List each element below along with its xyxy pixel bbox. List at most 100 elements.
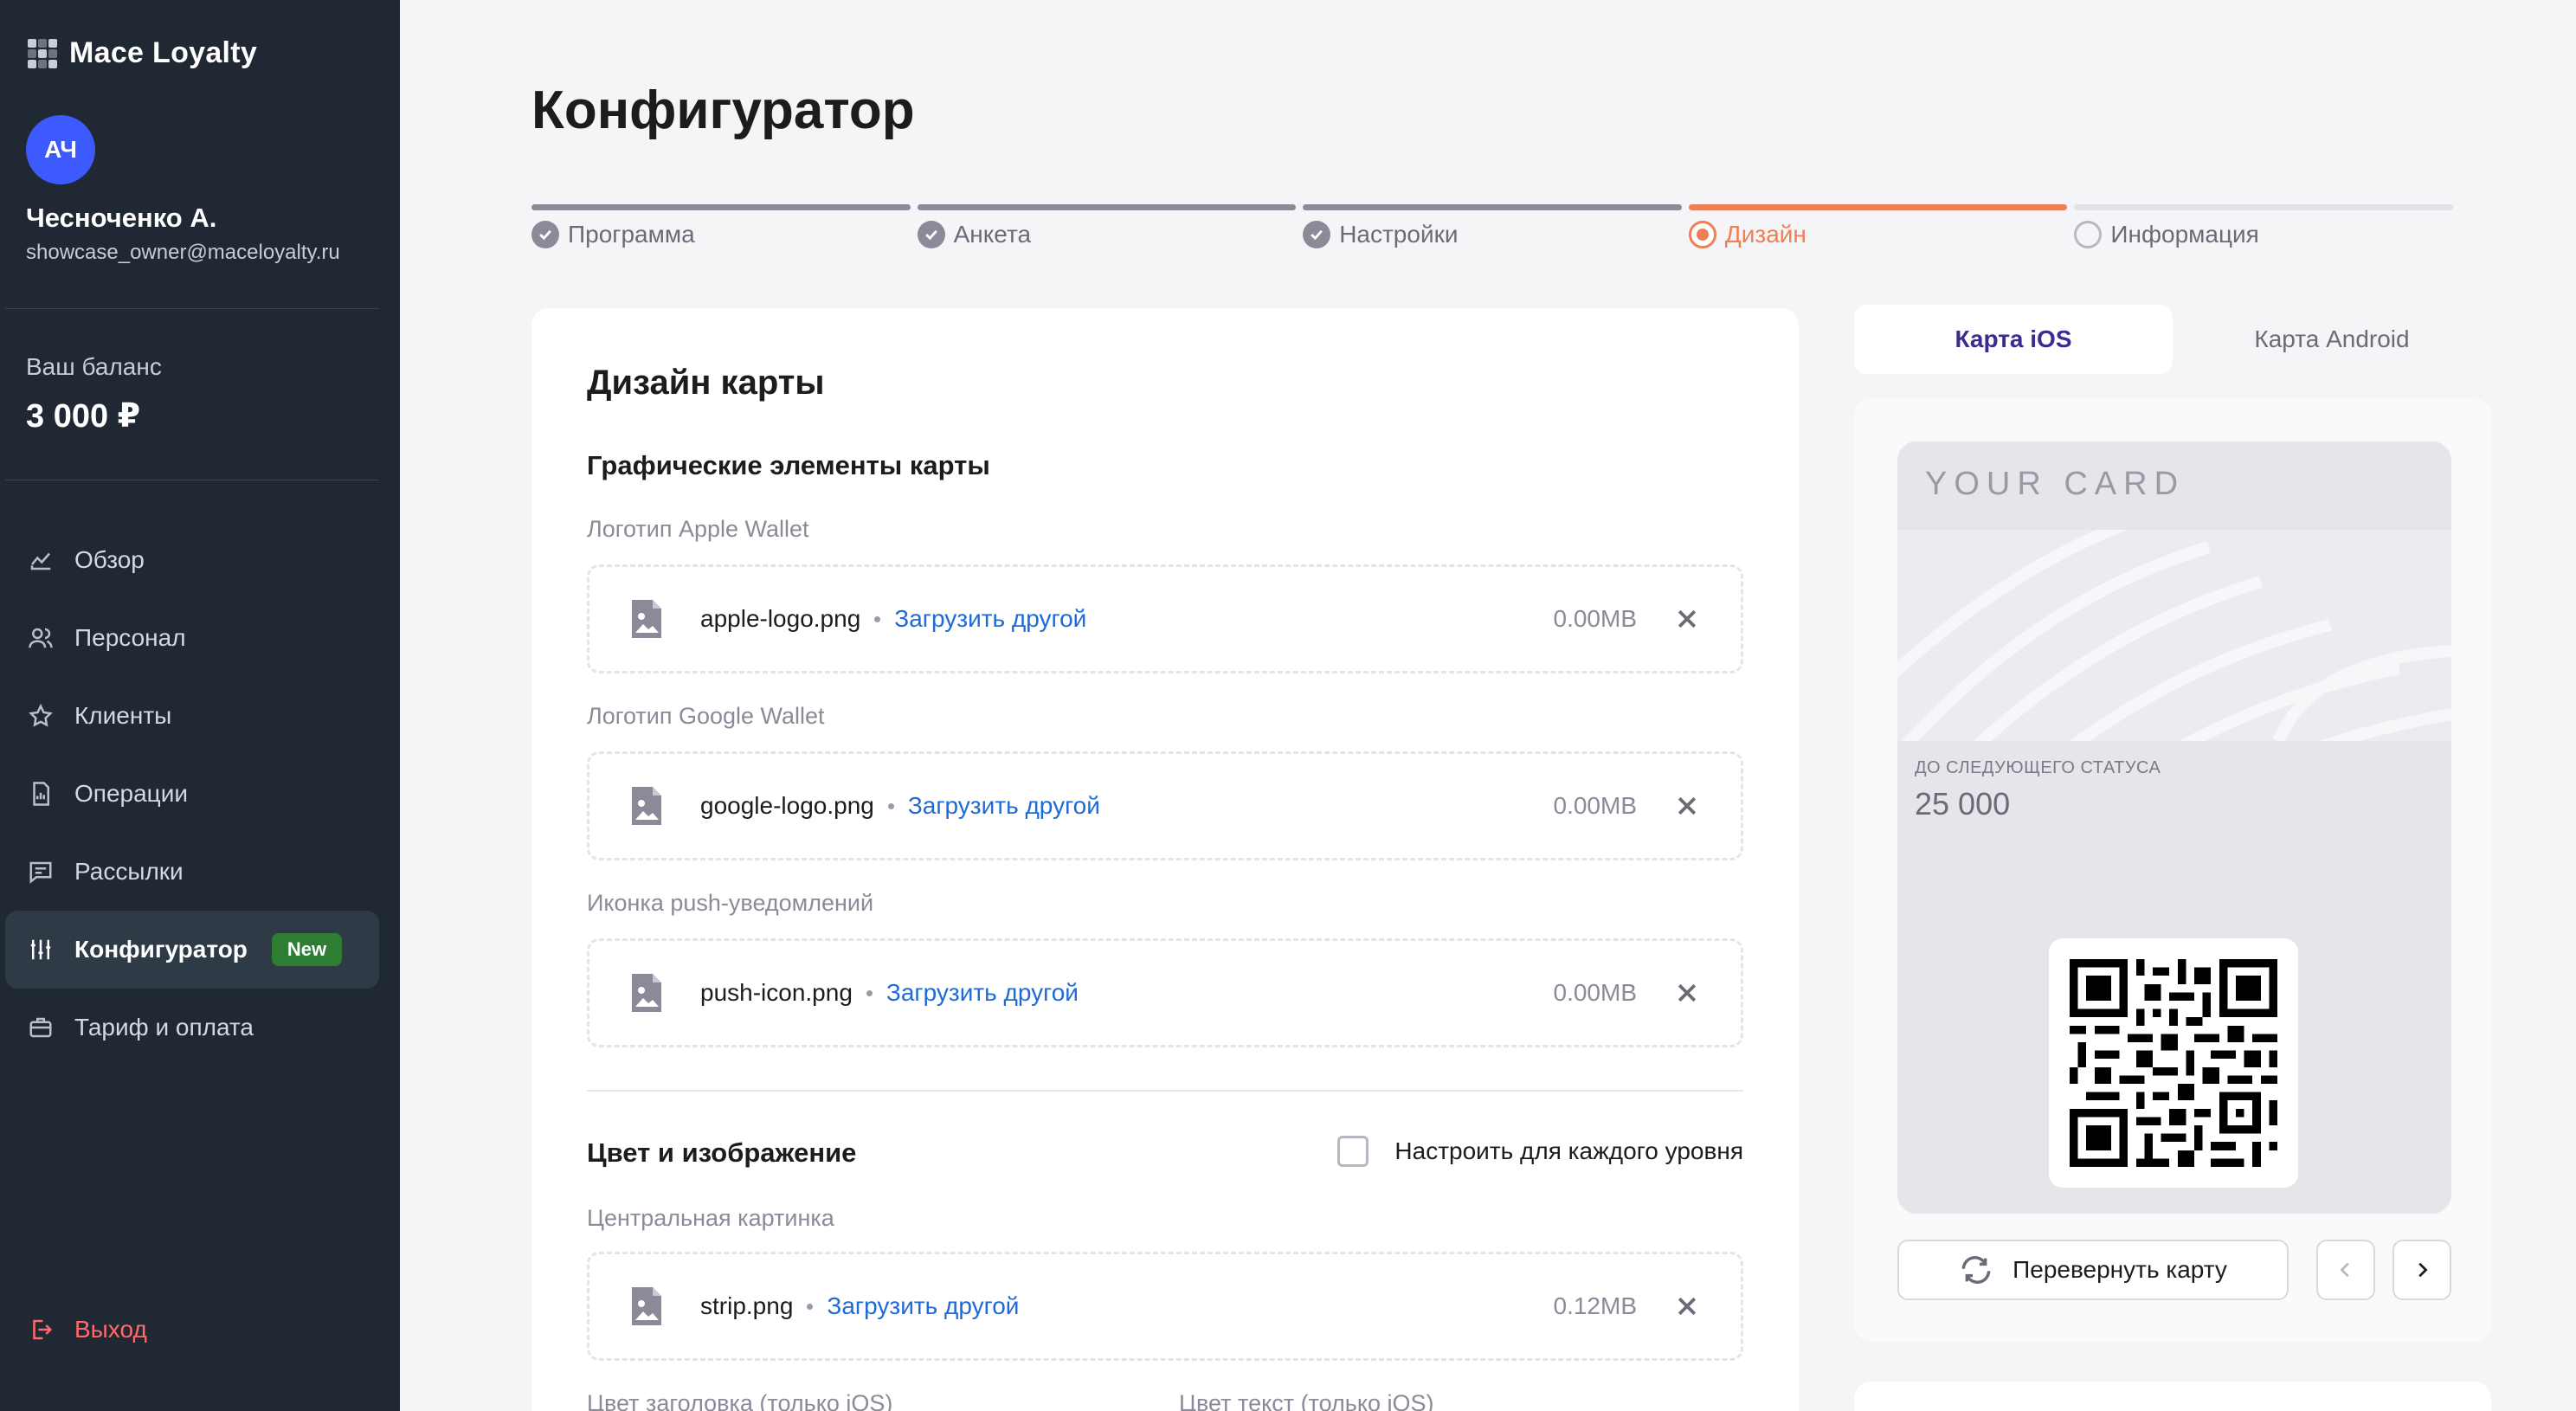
card-title: YOUR CARD [1925,466,2186,502]
sidebar-item-clients[interactable]: Клиенты [5,677,379,755]
brand-name: Mace Loyalty [69,36,258,69]
sidebar-item-label: Рассылки [74,858,184,885]
upload-apple-logo[interactable]: apple-logo.png Загрузить другой 0.00MB [587,564,1743,673]
sidebar-item-label: Персонал [74,624,186,651]
sidebar-item-staff[interactable]: Персонал [5,599,379,677]
per-level-toggle[interactable]: Настроить для каждого уровня [1337,1136,1743,1167]
field-label: Центральная картинка [587,1205,834,1231]
image-file-icon [632,974,661,1012]
logout-button[interactable]: Выход [28,1316,147,1343]
step-program[interactable]: Программа [531,204,911,248]
status-value: 25 000 [1915,786,2011,821]
logo-icon [28,38,57,68]
qr-code-icon [2070,959,2277,1167]
sidebar-nav: Обзор Персонал Клиенты Операции Рассылки… [5,521,379,1066]
sidebar-item-label: Обзор [74,546,145,573]
user-email: showcase_owner@maceloyalty.ru [26,241,340,264]
next-card-button[interactable] [2392,1240,2451,1300]
stepper: Программа Анкета Настройки Дизайн Информ… [531,204,2453,248]
close-icon[interactable] [1671,1291,1703,1322]
sidebar-item-configurator[interactable]: Конфигуратор New [5,911,379,989]
section-title-color: Цвет и изображение [587,1137,857,1168]
refresh-icon [1961,1256,1991,1284]
page-title: Конфигуратор [531,81,915,140]
upload-google-logo[interactable]: google-logo.png Загрузить другой 0.00MB [587,751,1743,860]
close-icon[interactable] [1671,603,1703,635]
step-label: Программа [568,221,695,248]
sidebar-item-label: Конфигуратор [74,936,248,963]
star-icon [28,703,54,729]
upload-strip-image[interactable]: strip.png Загрузить другой 0.12MB [587,1252,1743,1361]
step-label: Информация [2110,221,2259,248]
sliders-icon [28,937,54,963]
status-label: ДО СЛЕДУЮЩЕГО СТАТУСА [1915,758,2161,777]
separator-dot [866,989,873,996]
sidebar-item-mailings[interactable]: Рассылки [5,833,379,911]
section-title-graphics: Графические элементы карты [587,450,990,480]
file-name: apple-logo.png [700,605,861,632]
file-size: 0.00MB [1553,605,1638,632]
document-icon [28,781,54,807]
sidebar: Mace Loyalty АЧ Чесноченко А. showcase_o… [0,0,400,1411]
file-size: 0.12MB [1553,1292,1638,1319]
sidebar-item-label: Операции [74,780,188,807]
step-questionnaire[interactable]: Анкета [917,204,1297,248]
pending-step-icon [2074,221,2103,248]
logout-label: Выход [74,1316,147,1343]
user-name: Чесноченко А. [26,203,217,233]
flip-card-label: Перевернуть карту [2012,1256,2227,1283]
step-design[interactable]: Дизайн [1688,204,2068,248]
flip-card-button[interactable]: Перевернуть карту [1897,1240,2289,1300]
chevron-left-icon [2340,1262,2349,1278]
separator-dot [887,802,894,809]
section-divider [587,1090,1743,1092]
close-icon[interactable] [1671,790,1703,821]
check-icon [531,221,559,248]
image-file-icon [632,1287,661,1325]
sidebar-item-overview[interactable]: Обзор [5,521,379,599]
per-level-checkbox[interactable] [1337,1136,1369,1167]
current-step-icon [1688,221,1716,248]
form-title: Дизайн карты [587,364,825,402]
brand[interactable]: Mace Loyalty [28,36,257,70]
logout-icon [33,1319,53,1340]
check-icon [1303,221,1331,248]
replace-file-link[interactable]: Загрузить другой [886,979,1079,1007]
message-icon [28,859,54,885]
image-file-icon [632,600,661,638]
sidebar-item-label: Тариф и оплата [74,1014,254,1041]
preview-tabs: Карта iOS Карта Android [1854,305,2491,374]
file-name: push-icon.png [700,979,853,1006]
replace-file-link[interactable]: Загрузить другой [894,605,1086,633]
step-label: Анкета [953,221,1032,248]
prev-card-button[interactable] [2316,1240,2375,1300]
sidebar-item-label: Клиенты [74,702,172,729]
step-bar [531,204,911,210]
field-label: Иконка push-уведомлений [587,890,874,916]
sidebar-item-operations[interactable]: Операции [5,755,379,833]
step-settings[interactable]: Настройки [1303,204,1682,248]
file-size: 0.00MB [1553,792,1638,819]
sidebar-item-billing[interactable]: Тариф и оплата [5,989,379,1066]
field-label: Логотип Apple Wallet [587,516,809,542]
replace-file-link[interactable]: Загрузить другой [827,1292,1019,1320]
card-preview-panel: YOUR CARD ДО СЛЕДУЮЩЕГО СТАТУСА 25 000 П… [1854,398,2491,1342]
per-level-label: Настроить для каждого уровня [1394,1137,1743,1164]
step-bar [2074,204,2453,210]
step-label: Дизайн [1724,221,1806,248]
avatar[interactable]: АЧ [26,115,95,184]
close-icon[interactable] [1671,977,1703,1008]
separator-dot [874,615,881,622]
tab-android-card[interactable]: Карта Android [2173,305,2491,374]
header-color-label: Цвет заголовка (только iOS) [587,1390,893,1411]
separator-dot [807,1303,814,1310]
qr-code [2049,938,2298,1188]
text-color-label: Цвет текст (только iOS) [1179,1390,1434,1411]
upload-push-icon[interactable]: push-icon.png Загрузить другой 0.00MB [587,938,1743,1047]
replace-file-link[interactable]: Загрузить другой [908,792,1100,820]
file-size: 0.00MB [1553,979,1638,1006]
step-label: Настройки [1339,221,1459,248]
balance-label: Ваш баланс [26,353,162,380]
step-information[interactable]: Информация [2074,204,2453,248]
tab-ios-card[interactable]: Карта iOS [1854,305,2173,374]
